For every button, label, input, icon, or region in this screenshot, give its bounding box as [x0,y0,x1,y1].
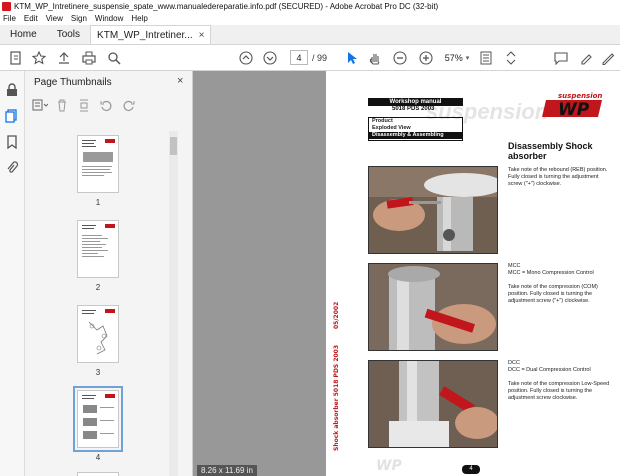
window-title: KTM_WP_Intretinere_suspensie_spate_www.m… [14,1,439,11]
document-menu-box: Product Exploded View Disassembly & Asse… [368,117,463,141]
page-number-badge: 4 [462,465,480,474]
thumbnail-label: 3 [95,368,101,377]
step-3-text: Take note of the compression Low-Speed p… [508,381,610,401]
tab-home[interactable]: Home [0,25,47,44]
section-title: Disassembly Shock absorber [508,141,593,161]
menu-edit[interactable]: Edit [24,14,38,23]
lock-icon[interactable] [4,82,20,98]
menu-box-exploded-view: Exploded View [372,125,411,131]
menu-help[interactable]: Help [131,14,147,23]
thumbnail-scrollbar[interactable] [169,131,178,476]
chevron-down-icon: ▾ [465,54,470,62]
rotate-counterclockwise-icon[interactable] [97,97,115,113]
photo-mcc-adjustment [368,263,498,351]
menu-sign[interactable]: Sign [71,14,87,23]
panel-toolbar [31,96,141,114]
hand-tool-icon[interactable] [367,50,383,66]
side-caption: Shock absorber 5018 PDS 2003 05/2002 [328,271,342,461]
create-pdf-icon[interactable] [8,50,24,66]
thumbnail-page-2[interactable]: 2 [77,220,119,292]
thumbnail-label: 2 [95,283,101,292]
photo-dcc-adjustment [368,360,498,448]
thumbnail-page-3[interactable]: 3 [77,305,119,377]
left-tool-rail [0,71,25,476]
thumbnail-page-1[interactable]: 1 [77,135,119,207]
footer-wp-logo: WP [374,457,414,474]
step-1-text: Take note of the rebound (REB) position.… [508,167,608,187]
menu-bar: File Edit View Sign Window Help [0,12,620,25]
tab-tools[interactable]: Tools [47,25,90,44]
zoom-out-icon[interactable] [392,50,408,66]
select-arrow-icon[interactable] [344,50,360,66]
zoom-level-select[interactable]: 57% ▾ [442,50,472,65]
delete-page-icon[interactable] [53,97,71,113]
extract-pages-icon[interactable] [75,97,93,113]
scroll-mode-icon[interactable] [503,50,519,66]
comment-icon[interactable] [553,50,569,66]
menu-box-product: Product [372,118,393,124]
step-2-text: Take note of the compression (COM) posit… [508,284,598,304]
menu-file[interactable]: File [3,14,16,23]
menu-box-disassembly: Disassembly & Assembling [369,132,462,139]
side-caption-text: Shock absorber 5018 PDS 2003 [333,345,340,451]
zoom-level-value: 57% [444,52,463,63]
thumbnail-image [77,472,119,476]
thumbnail-image [73,386,123,452]
attachments-icon[interactable] [4,160,20,176]
thumbnail-label: 1 [95,198,101,207]
bookmarks-icon[interactable] [4,134,20,150]
thumbnail-image [77,305,119,363]
page-number-input[interactable]: 4 [290,50,308,65]
acrobat-app-icon [2,1,11,11]
page-total: / 99 [312,53,328,63]
mcc-heading: MCC [508,263,521,269]
wp-suspension-logo: suspension WP [534,91,610,120]
menu-view[interactable]: View [46,14,63,23]
title-bar: KTM_WP_Intretinere_suspensie_spate_www.m… [0,0,620,12]
scrollbar-thumb[interactable] [170,137,177,155]
mcc-definition: MCC = Mono Compression Control [508,270,594,276]
pdf-page: suspension Workshop manual 5018 PDS 2003… [326,71,620,476]
svg-text:WP: WP [376,458,402,473]
bookmark-star-icon[interactable] [31,50,47,66]
main-toolbar: 4 / 99 57% ▾ [0,45,620,71]
workshop-manual-header: Workshop manual [368,98,463,106]
menu-window[interactable]: Window [95,14,123,23]
tab-bar: Home Tools KTM_WP_Intretiner... × [0,25,620,45]
dcc-definition: DCC = Dual Compression Control [508,367,591,373]
page-size-label: 8.26 x 11.69 in [197,465,257,476]
tab-document-label: KTM_WP_Intretiner... [97,29,193,41]
draw-icon[interactable] [600,50,616,66]
side-caption-date: 05/2002 [333,302,340,329]
svg-text:suspension: suspension [558,92,602,100]
model-label: 5018 PDS 2003 [392,106,435,112]
rotate-clockwise-icon[interactable] [119,97,137,113]
dcc-heading: DCC [508,360,520,366]
thumbnail-page-4[interactable]: 4 [73,386,123,462]
previous-page-icon[interactable] [238,50,254,66]
highlight-pen-icon[interactable] [578,50,594,66]
tab-close-icon[interactable]: × [199,30,205,41]
thumbnail-label: 4 [95,453,101,462]
thumbnail-page-5[interactable] [77,472,119,476]
thumbnail-options-icon[interactable] [31,97,49,113]
upload-icon[interactable] [56,50,72,66]
print-icon[interactable] [81,50,97,66]
svg-text:WP: WP [558,100,590,119]
document-view[interactable]: 8.26 x 11.69 in suspension Workshop manu… [193,71,620,476]
tab-document[interactable]: KTM_WP_Intretiner... × [90,25,212,44]
panel-close-icon[interactable]: × [177,75,183,87]
panel-title: Page Thumbnails [34,77,112,88]
page-thumbnails-panel: Page Thumbnails × 1 2 3 4 [25,71,193,476]
page-thumbnails-icon[interactable] [4,108,20,124]
zoom-in-icon[interactable] [418,50,434,66]
photo-rebound-adjustment [368,166,498,254]
thumbnail-image [77,220,119,278]
search-icon[interactable] [106,50,122,66]
thumbnail-image [77,135,119,193]
page-layout-icon[interactable] [478,50,494,66]
next-page-icon[interactable] [262,50,278,66]
